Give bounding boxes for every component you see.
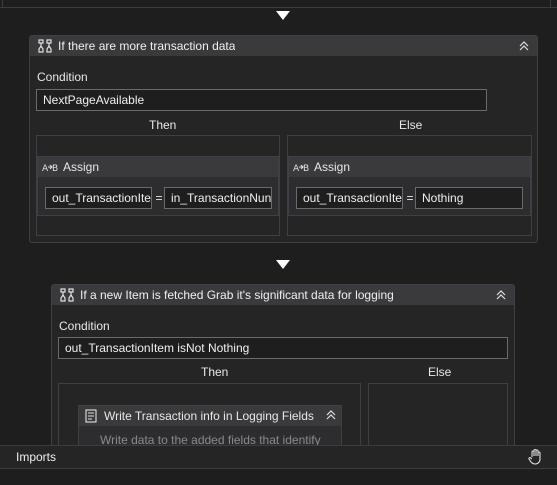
- activity-title: If there are more transaction data: [58, 39, 236, 53]
- collapse-icon[interactable]: [494, 288, 508, 302]
- svg-text:B: B: [52, 164, 58, 173]
- sequence-drop-arrow[interactable]: [276, 260, 290, 269]
- assign-activity-else[interactable]: A B Assign out_TransactionIte = Nothing: [288, 156, 531, 216]
- hand-pan-icon[interactable]: [527, 448, 545, 466]
- assign-header: A B Assign: [38, 157, 278, 177]
- then-label: Then: [149, 118, 177, 132]
- assign-activity-then[interactable]: A B Assign out_TransactionIte = in_Trans…: [37, 156, 279, 216]
- assign-equals: =: [155, 191, 163, 205]
- assign-to-field[interactable]: out_TransactionIte: [45, 187, 152, 209]
- if-icon: [36, 38, 54, 54]
- condition-input[interactable]: out_TransactionItem isNot Nothing: [58, 337, 508, 359]
- collapse-icon[interactable]: [517, 39, 531, 53]
- assign-equals: =: [406, 191, 414, 205]
- svg-text:A: A: [42, 164, 49, 173]
- parent-sequence-frame: [0, 0, 557, 8]
- svg-text:B: B: [303, 164, 309, 173]
- condition-input[interactable]: NextPageAvailable: [36, 89, 487, 111]
- assign-value-field[interactable]: in_TransactionNun: [164, 187, 272, 209]
- else-branch[interactable]: A B Assign out_TransactionIte = Nothing: [287, 135, 532, 236]
- assign-value-field[interactable]: Nothing: [415, 187, 523, 209]
- assign-title: Assign: [63, 160, 100, 174]
- activity-header: If there are more transaction data: [30, 36, 537, 56]
- activity-title: Write Transaction info in Logging Fields: [104, 409, 314, 423]
- status-strip: [0, 469, 557, 485]
- assign-icon: A B: [292, 160, 310, 174]
- condition-label: Condition: [37, 70, 88, 84]
- imports-tab[interactable]: Imports: [16, 450, 56, 464]
- designer-bottom-bar: Imports: [0, 445, 557, 469]
- else-label: Else: [399, 118, 423, 132]
- if-activity-new-item-fetched[interactable]: If a new Item is fetched Grab it's signi…: [51, 284, 515, 455]
- then-branch[interactable]: A B Assign out_TransactionIte = in_Trans…: [36, 135, 280, 236]
- assign-title: Assign: [314, 160, 351, 174]
- collapse-icon[interactable]: [325, 409, 337, 424]
- frame-left-edge: [2, 0, 3, 8]
- sequence-drop-arrow[interactable]: [276, 11, 290, 20]
- if-activity-more-transaction-data[interactable]: If there are more transaction data Condi…: [29, 35, 538, 243]
- frame-right-edge: [550, 0, 551, 8]
- svg-text:A: A: [293, 164, 300, 173]
- activity-title: If a new Item is fetched Grab it's signi…: [80, 288, 394, 302]
- condition-label: Condition: [59, 319, 110, 333]
- then-label: Then: [201, 365, 229, 379]
- logging-fields-icon: [82, 409, 100, 423]
- activity-header: Write Transaction info in Logging Fields: [79, 406, 341, 426]
- assign-header: A B Assign: [289, 157, 530, 177]
- if-icon: [58, 287, 76, 303]
- assign-icon: A B: [41, 160, 59, 174]
- else-label: Else: [428, 365, 452, 379]
- activity-header: If a new Item is fetched Grab it's signi…: [52, 285, 514, 305]
- assign-to-field[interactable]: out_TransactionIte: [296, 187, 403, 209]
